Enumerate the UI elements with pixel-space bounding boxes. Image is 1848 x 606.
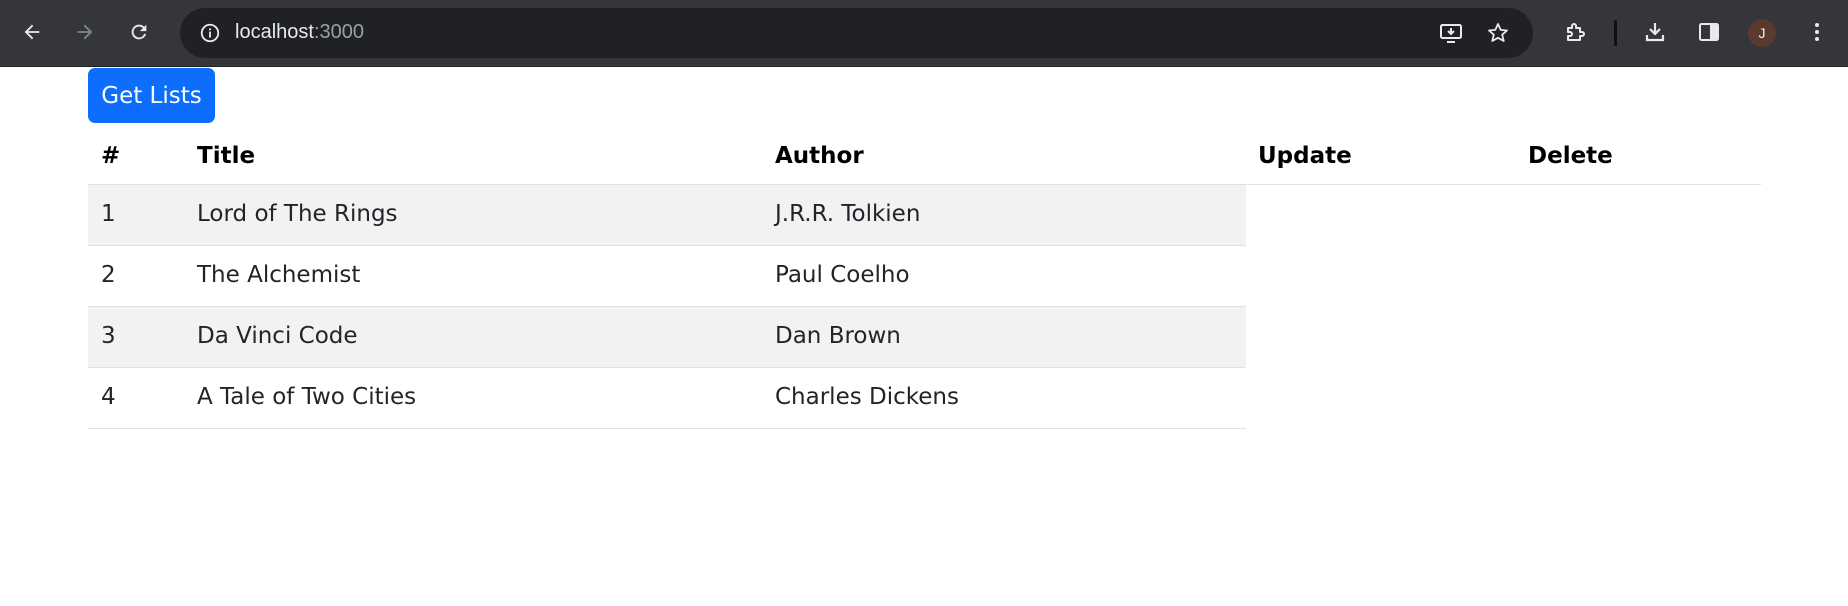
header-author: Author [775, 143, 864, 169]
bookmark-button[interactable] [1482, 17, 1514, 49]
row-author: J.R.R. Tolkien [775, 201, 921, 227]
row-author: Paul Coelho [775, 262, 910, 288]
reload-icon [131, 24, 147, 40]
side-panel-icon [1699, 23, 1719, 41]
row-title: The Alchemist [197, 262, 361, 288]
back-button[interactable] [12, 12, 52, 52]
table-row: 2 The Alchemist Paul Coelho [88, 246, 1246, 307]
extensions-icon [1567, 23, 1585, 41]
table-row: 4 A Tale of Two Cities Charles Dickens [88, 368, 1246, 429]
table-row: 3 Da Vinci Code Dan Brown [88, 307, 1246, 368]
back-arrow-icon [24, 24, 40, 40]
install-app-button[interactable] [1435, 17, 1467, 49]
browser-menu-button[interactable] [1799, 14, 1835, 50]
row-number: 3 [101, 323, 116, 349]
downloads-icon [1645, 23, 1665, 42]
address-bar[interactable]: localhost:3000 [180, 8, 1533, 58]
table-row: 1 Lord of The Rings J.R.R. Tolkien [88, 185, 1246, 246]
downloads-button[interactable] [1637, 14, 1673, 50]
extensions-button[interactable] [1557, 14, 1593, 50]
row-author: Dan Brown [775, 323, 901, 349]
url-host: localhost [235, 21, 314, 43]
row-title: A Tale of Two Cities [197, 384, 417, 410]
header-title: Title [197, 143, 256, 169]
row-title: Da Vinci Code [197, 323, 358, 349]
header-update: Update [1258, 143, 1352, 169]
header-number: # [101, 143, 121, 169]
row-author: Charles Dickens [775, 384, 959, 410]
forward-button[interactable] [65, 12, 105, 52]
profile-avatar[interactable]: J [1748, 19, 1776, 47]
side-panel-button[interactable] [1691, 14, 1727, 50]
table-header: # Title Author Update Delete [88, 130, 1761, 185]
install-app-icon [1440, 24, 1462, 43]
menu-dots-icon [1815, 23, 1819, 41]
url-text: localhost:3000 [235, 21, 364, 44]
site-info-button[interactable] [194, 17, 226, 49]
books-table: # Title Author Update Delete 1 Lord of T… [88, 130, 1761, 429]
forward-arrow-icon [77, 24, 93, 40]
toolbar-divider [1614, 20, 1617, 46]
row-number: 4 [101, 384, 116, 410]
url-port: :3000 [313, 21, 364, 43]
row-title: Lord of The Rings [197, 201, 398, 227]
header-delete: Delete [1528, 143, 1613, 169]
get-lists-button[interactable]: Get Lists [88, 68, 215, 123]
bookmark-star-icon [1488, 23, 1508, 42]
row-number: 2 [101, 262, 116, 288]
reload-button[interactable] [119, 12, 159, 52]
browser-toolbar: localhost:3000 J [0, 0, 1848, 67]
site-info-icon [200, 23, 220, 43]
row-number: 1 [101, 201, 116, 227]
